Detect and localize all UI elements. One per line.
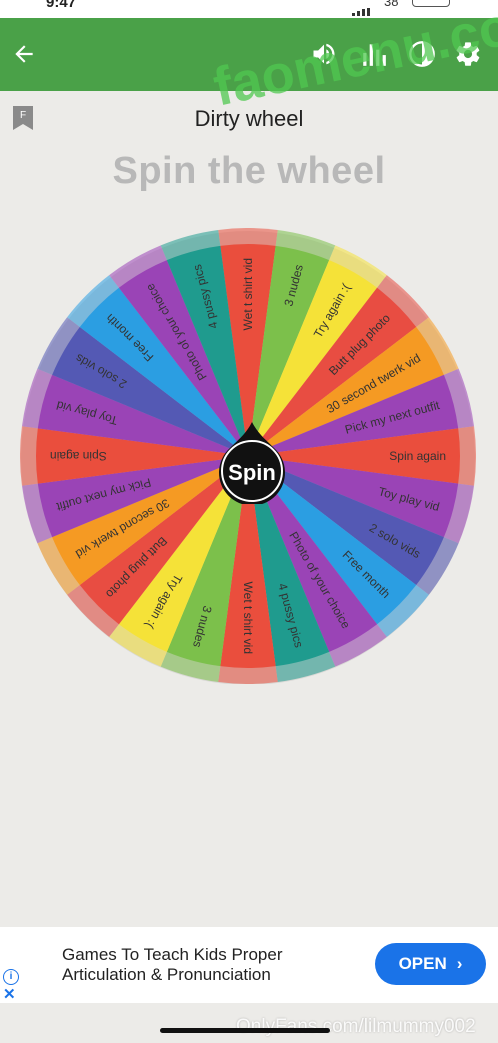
signal-icon [352,0,374,16]
wheel-title: Dirty wheel [194,106,304,131]
gear-icon[interactable] [452,38,484,70]
wheel-segment-label: Wet t shirt vid [241,258,255,330]
back-arrow-icon[interactable] [8,38,40,70]
wheel-segment-label: Wet t shirt vid [241,582,255,654]
footer-watermark: OnlyFans.com/lilmummy002 [236,1016,476,1037]
battery-icon [412,0,450,7]
battery-level: 38 [384,0,399,9]
status-bar: 9:47 38 [0,0,498,18]
app-bar [0,18,498,91]
wheel-segment-label: Spin again [50,449,107,463]
ad-banner[interactable]: i ✕ Games To Teach Kids Proper Articulat… [0,927,498,1003]
ad-text[interactable]: Games To Teach Kids Proper Articulation … [62,945,362,985]
stats-icon[interactable] [358,38,390,70]
info-icon[interactable]: i [3,969,19,985]
spin-label: Spin [228,460,276,485]
volume-icon[interactable] [308,38,340,70]
close-icon[interactable]: ✕ [3,985,16,1003]
home-indicator[interactable] [160,1028,330,1033]
spin-heading: Spin the wheel [112,150,386,192]
open-button[interactable]: OPEN › [375,943,486,985]
chevron-right-icon: › [456,954,463,973]
open-label: OPEN [398,954,447,973]
theme-icon[interactable] [406,38,438,70]
status-time: 9:47 [46,0,77,11]
spin-button[interactable]: Spin [214,420,290,504]
wheel-segment-label: Spin again [389,449,446,463]
spin-wheel[interactable]: Wet t shirt vid 3 nudes Try again :(Butt p… [20,228,476,684]
